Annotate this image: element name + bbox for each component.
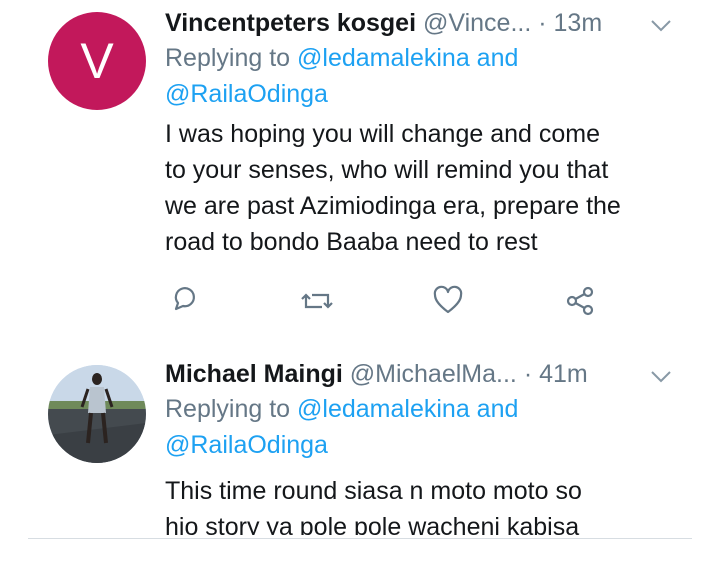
tweet-time[interactable]: · 13m	[538, 9, 602, 37]
avatar[interactable]	[48, 365, 146, 463]
author-handle[interactable]: @MichaelMa...	[350, 360, 517, 388]
tweet-text: I was hoping you will change and come to…	[165, 116, 692, 260]
tweet-card[interactable]: Michael Maingi @MichaelMa... · 41m Reply…	[0, 345, 720, 535]
tweet-text-line: I was hoping you will change and come	[165, 120, 600, 148]
mention-link[interactable]: @ledamalekina and	[297, 395, 518, 423]
chevron-down-icon[interactable]	[650, 16, 672, 39]
avatar[interactable]: V	[48, 12, 146, 110]
tweet-body: Michael Maingi @MichaelMa... · 41m Reply…	[165, 357, 692, 535]
replying-to: Replying to @ledamalekina and @RailaOdin…	[165, 40, 692, 112]
replying-label: Replying to	[165, 44, 291, 72]
tweet-text-line: hio story ya pole pole wacheni kabisa	[165, 513, 580, 535]
replying-to: Replying to @ledamalekina and @RailaOdin…	[165, 391, 692, 463]
author-name[interactable]: Vincentpeters kosgei	[165, 9, 416, 37]
tweet-text-line: This time round siasa n moto moto so	[165, 477, 582, 505]
retweet-icon[interactable]	[298, 283, 338, 323]
author-name[interactable]: Michael Maingi	[165, 360, 343, 388]
tweet-card[interactable]: V Vincentpeters kosgei @Vince... · 13m R…	[0, 0, 720, 345]
author-handle[interactable]: @Vince...	[423, 9, 531, 37]
tweet-text: This time round siasa n moto moto so hio…	[165, 473, 692, 535]
tweet-text-line: to your senses, who will remind you that	[165, 156, 609, 184]
tweet-text-line: we are past Azimiodinga era, prepare the	[165, 192, 621, 220]
divider	[28, 538, 692, 539]
tweet-actions	[0, 283, 720, 331]
mention-link[interactable]: @RailaOdinga	[165, 431, 328, 459]
mention-link[interactable]: @RailaOdinga	[165, 80, 328, 108]
tweet-header: Michael Maingi @MichaelMa... · 41m	[165, 357, 692, 391]
like-icon[interactable]	[430, 283, 470, 323]
share-icon[interactable]	[562, 283, 602, 323]
replying-label: Replying to	[165, 395, 291, 423]
tweet-header: Vincentpeters kosgei @Vince... · 13m	[165, 6, 692, 40]
mention-link[interactable]: @ledamalekina and	[297, 44, 518, 72]
reply-icon[interactable]	[166, 283, 206, 323]
tweet-body: Vincentpeters kosgei @Vince... · 13m Rep…	[165, 6, 692, 260]
chevron-down-icon[interactable]	[650, 367, 672, 390]
tweet-time[interactable]: · 41m	[524, 360, 588, 388]
tweet-text-line: road to bondo Baaba need to rest	[165, 228, 538, 256]
